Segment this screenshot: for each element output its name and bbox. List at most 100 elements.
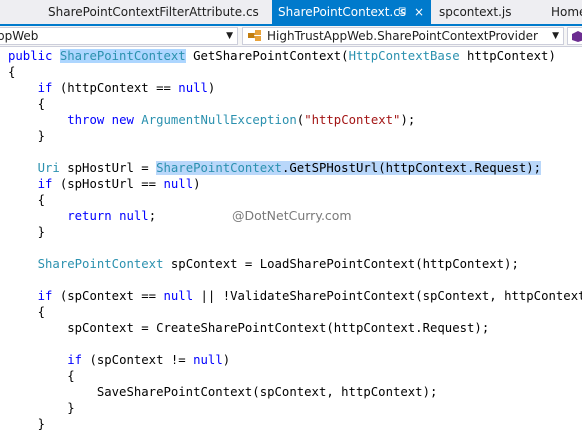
code-token: }: [8, 401, 75, 415]
code-token: (spHostUrl ==: [52, 177, 164, 191]
code-line: {: [8, 192, 582, 208]
code-line: }: [8, 400, 582, 416]
code-line: if (spContext != null): [8, 352, 582, 368]
code-token: || !ValidateSharePointContext(spContext,…: [193, 289, 582, 303]
code-token: spContext = LoadSharePointContext(httpCo…: [163, 257, 519, 271]
code-line: if (spHostUrl == null): [8, 176, 582, 192]
code-token: }: [8, 417, 46, 431]
code-token: if: [37, 289, 53, 303]
code-line: {: [8, 368, 582, 384]
code-token: {: [8, 369, 75, 383]
code-token: ): [193, 177, 201, 191]
code-token: ;: [148, 209, 157, 223]
tab-label: spcontext.js: [439, 5, 512, 19]
code-token: }: [8, 129, 46, 143]
code-token: null: [119, 209, 149, 223]
tab-home[interactable]: Home: [545, 0, 582, 24]
tab-label: SharePointContextFilterAttribute.cs: [48, 5, 259, 19]
chevron-down-icon: ▼: [552, 31, 559, 41]
code-token: HttpContextBase: [348, 49, 460, 63]
code-line: if (spContext == null || !ValidateShareP…: [8, 288, 582, 304]
code-token: (spContext ==: [52, 289, 164, 303]
code-token: null: [163, 177, 194, 191]
code-token: }: [8, 225, 46, 239]
watermark: @DotNetCurry.com: [232, 208, 352, 223]
code-token: (httpContext ==: [52, 81, 179, 95]
code-token: {: [8, 305, 46, 319]
project-dropdown-value: ppWeb: [0, 29, 39, 43]
code-line: public SharePointContext GetSharePointCo…: [8, 48, 582, 64]
code-token: ): [207, 81, 216, 95]
code-line: SaveSharePointContext(spContext, httpCon…: [8, 384, 582, 400]
code-token: ArgumentNullException: [141, 113, 297, 127]
pin-icon[interactable]: ⊡: [398, 0, 406, 24]
code-token: .GetSPHostUrl(httpContext.Request);: [281, 161, 542, 175]
code-token: (spContext !=: [82, 353, 194, 367]
code-line: SharePointContext spContext = LoadShareP…: [8, 256, 582, 272]
type-dropdown-value: HighTrustAppWeb.SharePointContextProvide…: [267, 29, 538, 43]
code-token: SharePointContext: [37, 257, 164, 271]
code-token: Uri: [37, 161, 60, 175]
code-token: SharePointContext: [156, 161, 282, 175]
code-token: {: [8, 97, 46, 111]
code-line: if (httpContext == null): [8, 80, 582, 96]
code-line: }: [8, 224, 582, 240]
code-line: throw new ArgumentNullException("httpCon…: [8, 112, 582, 128]
code-token: return: [67, 209, 112, 223]
document-tab-strip: SharePointContextFilterAttribute.cs Shar…: [0, 0, 582, 26]
code-token: public: [8, 49, 60, 63]
type-dropdown[interactable]: HighTrustAppWeb.SharePointContextProvide…: [242, 27, 564, 45]
code-token: throw: [67, 113, 105, 127]
code-editor[interactable]: public SharePointContext GetSharePointCo…: [8, 48, 582, 432]
code-token: if: [67, 353, 83, 367]
code-token: SaveSharePointContext(spContext, httpCon…: [8, 385, 438, 399]
code-line: }: [8, 128, 582, 144]
code-token: new: [111, 113, 134, 127]
code-token: httpContext): [459, 49, 556, 63]
code-line: {: [8, 96, 582, 112]
code-token: ): [222, 353, 231, 367]
tab-label: SharePointContext.cs: [278, 5, 407, 19]
code-token: null: [193, 353, 223, 367]
chevron-down-icon: ▼: [226, 31, 233, 41]
code-token: );: [400, 113, 416, 127]
code-line: }: [8, 416, 582, 432]
tab-spcontext-js[interactable]: spcontext.js: [433, 0, 543, 24]
code-line: {: [8, 304, 582, 320]
class-icon: [248, 30, 261, 41]
close-icon[interactable]: ×: [414, 0, 424, 24]
project-dropdown[interactable]: ppWeb ▼: [0, 27, 238, 45]
code-token: null: [163, 289, 194, 303]
code-token: {: [8, 65, 16, 79]
code-token: if: [37, 81, 53, 95]
code-token: "httpContext": [304, 113, 401, 127]
navigation-bar: ppWeb ▼ HighTrustAppWeb.SharePointContex…: [0, 26, 582, 47]
code-line: Uri spHostUrl = SharePointContext.GetSPH…: [8, 160, 582, 176]
member-dropdown[interactable]: [567, 27, 582, 45]
code-line: {: [8, 64, 582, 80]
code-token: spHostUrl =: [59, 161, 157, 175]
code-token: {: [8, 193, 46, 207]
code-token: GetSharePointContext(: [185, 49, 349, 63]
method-icon: [572, 31, 582, 42]
tab-label: Home: [551, 5, 582, 19]
tab-sharepointcontextfilterattribute[interactable]: SharePointContextFilterAttribute.cs: [42, 0, 272, 24]
code-token: if: [37, 177, 53, 191]
code-line: spContext = CreateSharePointContext(http…: [8, 320, 582, 336]
code-token: SharePointContext: [59, 49, 186, 63]
code-token: spContext = CreateSharePointContext(http…: [8, 321, 490, 335]
tab-sharepointcontext-active[interactable]: SharePointContext.cs ⊡ ×: [272, 0, 431, 24]
